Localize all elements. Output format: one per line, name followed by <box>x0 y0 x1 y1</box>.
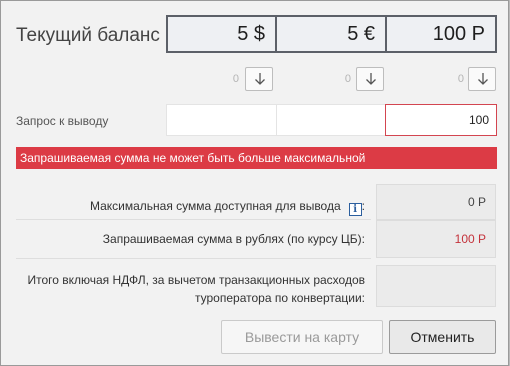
withdraw-dialog: Текущий баланс 5 $ 5 € 100 Р 0 0 0 Запро… <box>0 0 509 366</box>
max-amount-colon: : <box>361 199 365 213</box>
arrow-down-icon <box>366 73 376 85</box>
request-usd-input[interactable] <box>166 104 277 136</box>
counter-eur: 0 <box>344 73 351 85</box>
transfer-down-rub-button[interactable] <box>468 67 496 91</box>
total-value <box>376 265 496 307</box>
max-amount-label: Максимальная сумма доступная для вывода i… <box>90 199 365 216</box>
balance-eur: 5 € <box>275 15 387 53</box>
dialog-title: Текущий баланс <box>16 25 160 46</box>
row-divider <box>16 258 371 259</box>
total-label-line1: Итого включая НДФЛ, за вычетом транзакци… <box>27 273 365 287</box>
total-label: Итого включая НДФЛ, за вычетом транзакци… <box>27 271 365 307</box>
request-label: Запрос к выводу <box>16 114 109 128</box>
max-amount-label-text: Максимальная сумма доступная для вывода <box>89 199 341 213</box>
rub-amount-value: 100 Р <box>376 220 496 258</box>
counter-usd: 0 <box>232 73 239 85</box>
balance-usd: 5 $ <box>166 15 277 53</box>
request-eur-input[interactable] <box>276 104 386 136</box>
request-rub-input[interactable]: 100 <box>385 104 497 136</box>
info-icon[interactable]: i <box>348 203 362 216</box>
balance-rub: 100 Р <box>385 15 497 53</box>
row-divider <box>16 219 371 220</box>
arrow-down-icon <box>255 73 265 85</box>
arrow-down-icon <box>478 73 488 85</box>
counter-rub: 0 <box>457 73 464 85</box>
withdraw-to-card-button[interactable]: Вывести на карту <box>221 320 383 354</box>
transfer-down-usd-button[interactable] <box>245 67 273 91</box>
total-label-line2: туроператора по конвертации: <box>195 291 365 305</box>
max-amount-value: 0 Р <box>376 184 496 220</box>
rub-amount-label: Запрашиваемая сумма в рублях (по курсу Ц… <box>102 232 365 246</box>
error-banner: Запрашиваемая сумма не может быть больше… <box>16 147 497 169</box>
cancel-button[interactable]: Отменить <box>389 320 496 354</box>
transfer-down-eur-button[interactable] <box>356 67 384 91</box>
